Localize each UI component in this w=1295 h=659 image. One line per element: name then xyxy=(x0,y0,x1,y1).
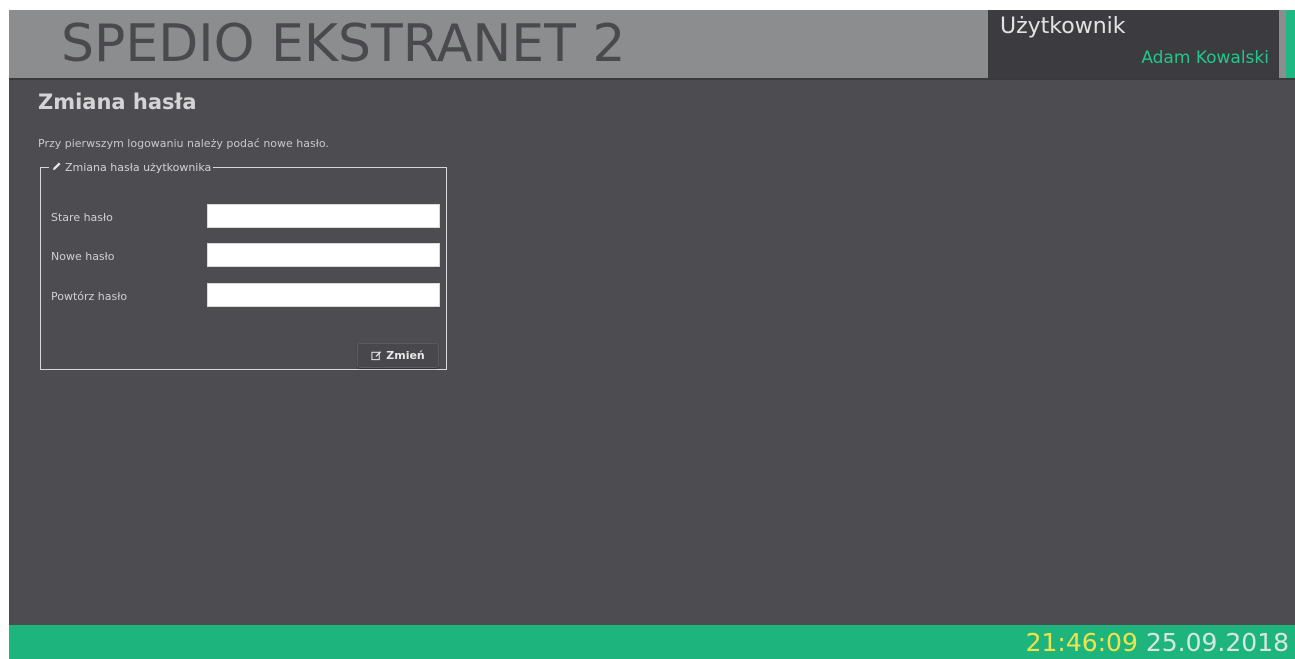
old-password-field[interactable] xyxy=(207,204,440,228)
password-change-form: Zmiana hasła użytkownika Stare hasło Now… xyxy=(40,161,447,370)
new-password-field[interactable] xyxy=(207,243,440,267)
change-password-button[interactable]: Zmień xyxy=(357,343,439,368)
intro-text: Przy pierwszym logowaniu należy podać no… xyxy=(38,137,329,150)
app-window: SPEDIO EKSTRANET 2 Użytkownik Adam Kowal… xyxy=(9,10,1295,659)
user-panel: Użytkownik Adam Kowalski xyxy=(988,10,1279,78)
page-title: Zmiana hasła xyxy=(38,90,197,114)
footer-status-bar: 21:46:09 25.09.2018 xyxy=(9,625,1295,659)
repeat-password-label: Powtórz hasło xyxy=(51,290,128,303)
user-name[interactable]: Adam Kowalski xyxy=(1141,48,1269,68)
change-password-button-label: Zmień xyxy=(386,349,425,362)
repeat-password-field[interactable] xyxy=(207,283,440,307)
header: SPEDIO EKSTRANET 2 Użytkownik Adam Kowal… xyxy=(9,10,1295,80)
app-title: SPEDIO EKSTRANET 2 xyxy=(61,14,626,74)
old-password-label: Stare hasło xyxy=(51,211,113,224)
pencil-icon xyxy=(52,162,61,171)
clock: 21:46:09 25.09.2018 xyxy=(1026,627,1289,659)
form-legend-label: Zmiana hasła użytkownika xyxy=(65,161,212,174)
header-accent-bar xyxy=(1286,10,1295,78)
clock-time: 21:46:09 xyxy=(1025,628,1138,657)
form-legend: Zmiana hasła użytkownika xyxy=(49,161,213,174)
new-password-label: Nowe hasło xyxy=(51,250,115,263)
clock-date: 25.09.2018 xyxy=(1145,628,1289,657)
edit-icon xyxy=(371,351,382,361)
user-label: Użytkownik xyxy=(1000,14,1126,39)
